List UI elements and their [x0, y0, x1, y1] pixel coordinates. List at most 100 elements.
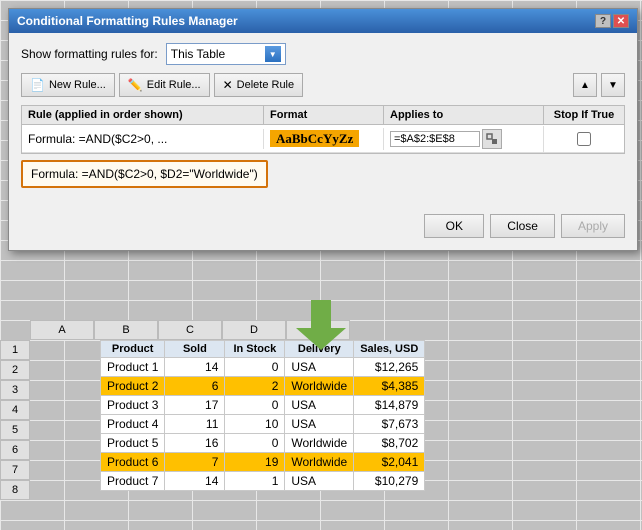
- row-header-8: 8: [0, 480, 30, 500]
- data-table: Product Sold In Stock Delivery Sales, US…: [100, 340, 425, 491]
- table-row: Product 262Worldwide$4,385: [101, 377, 425, 396]
- table-cell: Worldwide: [285, 377, 354, 396]
- title-buttons: ? ✕: [595, 14, 629, 28]
- table-row: Product 41110USA$7,673: [101, 415, 425, 434]
- row-header-6: 6: [0, 440, 30, 460]
- table-cell: 16: [165, 434, 225, 453]
- edit-rule-icon: ✏️: [128, 78, 143, 92]
- dropdown-value: This Table: [171, 47, 225, 61]
- new-rule-icon: 📄: [30, 78, 45, 92]
- table-cell: Product 7: [101, 472, 165, 491]
- table-cell: 0: [225, 358, 285, 377]
- button-row: 📄 New Rule... ✏️ Edit Rule... ✕ Delete R…: [21, 73, 625, 97]
- dialog-body: Show formatting rules for: This Table ▼ …: [9, 33, 637, 204]
- new-rule-button[interactable]: 📄 New Rule...: [21, 73, 115, 97]
- range-select-button[interactable]: [482, 129, 502, 149]
- table-cell: Product 1: [101, 358, 165, 377]
- col-sold: Sold: [165, 341, 225, 358]
- delete-rule-label: Delete Rule: [237, 79, 294, 91]
- move-up-button[interactable]: ▲: [573, 73, 597, 97]
- table-cell: $14,879: [354, 396, 425, 415]
- row-header-3: 3: [0, 380, 30, 400]
- edit-rule-label: Edit Rule...: [147, 79, 201, 91]
- table-cell: USA: [285, 415, 354, 434]
- table-cell: 19: [225, 453, 285, 472]
- show-rules-dropdown[interactable]: This Table ▼: [166, 43, 286, 65]
- rule-applies-to-cell: [384, 126, 544, 152]
- row-header-4: 4: [0, 400, 30, 420]
- help-button[interactable]: ?: [595, 14, 611, 28]
- table-header-row: Product Sold In Stock Delivery Sales, US…: [101, 341, 425, 358]
- table-row: Product 3170USA$14,879: [101, 396, 425, 415]
- table-cell: USA: [285, 396, 354, 415]
- delete-rule-icon: ✕: [223, 78, 233, 92]
- applies-to-input[interactable]: [390, 131, 480, 147]
- row-header-7: 7: [0, 460, 30, 480]
- header-stop-if-true: Stop If True: [544, 106, 624, 124]
- table-cell: USA: [285, 472, 354, 491]
- table-cell: $7,673: [354, 415, 425, 434]
- table-cell: $2,041: [354, 453, 425, 472]
- row-header-1: 1: [0, 340, 30, 360]
- table-cell: 6: [165, 377, 225, 396]
- row-headers: 1 2 3 4 5 6 7 8: [0, 340, 30, 530]
- table-cell: 0: [225, 434, 285, 453]
- table-row: Product 6719Worldwide$2,041: [101, 453, 425, 472]
- row-header-5: 5: [0, 420, 30, 440]
- apply-button[interactable]: Apply: [561, 214, 625, 238]
- table-cell: $8,702: [354, 434, 425, 453]
- col-header-D: D: [222, 320, 286, 340]
- format-preview: AaBbCcYyZz: [270, 130, 359, 147]
- header-format: Format: [264, 106, 384, 124]
- rule-format-cell: AaBbCcYyZz: [264, 128, 384, 150]
- show-rules-label: Show formatting rules for:: [21, 47, 158, 61]
- table-cell: Product 3: [101, 396, 165, 415]
- table-cell: 7: [165, 453, 225, 472]
- table-cell: Worldwide: [285, 434, 354, 453]
- table-cell: 14: [165, 472, 225, 491]
- table-cell: 2: [225, 377, 285, 396]
- move-down-button[interactable]: ▼: [601, 73, 625, 97]
- col-header-C: C: [158, 320, 222, 340]
- table-row: Product 7141USA$10,279: [101, 472, 425, 491]
- table-cell: $4,385: [354, 377, 425, 396]
- table-row: Product 1140USA$12,265: [101, 358, 425, 377]
- rule-row-1: Formula: =AND($C2>0, ... AaBbCcYyZz: [22, 125, 624, 153]
- row-header-2: 2: [0, 360, 30, 380]
- table-cell: 17: [165, 396, 225, 415]
- dialog-close-button[interactable]: ✕: [613, 14, 629, 28]
- edit-rule-button[interactable]: ✏️ Edit Rule...: [119, 73, 210, 97]
- table-cell: Product 4: [101, 415, 165, 434]
- rules-table-header: Rule (applied in order shown) Format App…: [21, 105, 625, 124]
- table-cell: Product 5: [101, 434, 165, 453]
- header-rule: Rule (applied in order shown): [22, 106, 264, 124]
- ok-button[interactable]: OK: [424, 214, 484, 238]
- col-product: Product: [101, 341, 165, 358]
- table-cell: 11: [165, 415, 225, 434]
- dialog-footer: OK Close Apply: [9, 204, 637, 250]
- rule-stop-if-true-cell: [544, 129, 624, 149]
- table-cell: 10: [225, 415, 285, 434]
- table-cell: $12,265: [354, 358, 425, 377]
- table-cell: 0: [225, 396, 285, 415]
- table-cell: Product 2: [101, 377, 165, 396]
- col-header-A: A: [30, 320, 94, 340]
- show-rules-for-row: Show formatting rules for: This Table ▼: [21, 43, 625, 65]
- formula-tooltip: Formula: =AND($C2>0, $D2="Worldwide"): [21, 160, 268, 188]
- table-cell: 14: [165, 358, 225, 377]
- table-cell: $10,279: [354, 472, 425, 491]
- down-arrow: [296, 300, 346, 353]
- rules-table-body: Formula: =AND($C2>0, ... AaBbCcYyZz: [21, 124, 625, 154]
- applies-to-field: [390, 129, 537, 149]
- stop-if-true-checkbox[interactable]: [577, 132, 591, 146]
- dropdown-arrow-icon: ▼: [265, 46, 281, 62]
- delete-rule-button[interactable]: ✕ Delete Rule: [214, 73, 304, 97]
- close-button[interactable]: Close: [490, 214, 555, 238]
- conditional-formatting-dialog: Conditional Formatting Rules Manager ? ✕…: [8, 8, 638, 251]
- col-header-B: B: [94, 320, 158, 340]
- col-instock: In Stock: [225, 341, 285, 358]
- rule-formula-cell: Formula: =AND($C2>0, ...: [22, 129, 264, 149]
- new-rule-label: New Rule...: [49, 79, 106, 91]
- spreadsheet-area: Product Sold In Stock Delivery Sales, US…: [100, 340, 632, 530]
- dialog-title: Conditional Formatting Rules Manager: [17, 14, 238, 28]
